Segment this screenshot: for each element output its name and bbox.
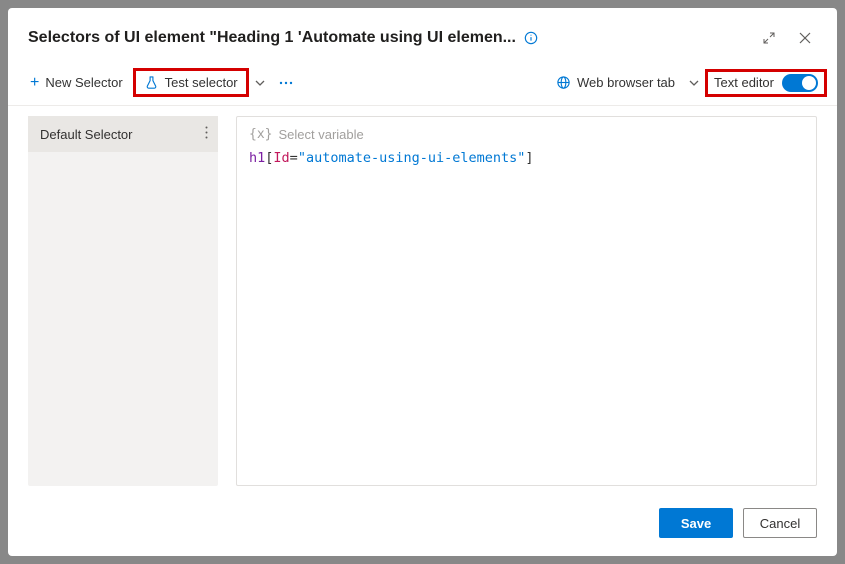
select-variable-button[interactable]: {x} Select variable (249, 125, 804, 150)
selector-item-label: Default Selector (40, 127, 133, 142)
cancel-button[interactable]: Cancel (743, 508, 817, 538)
plus-icon: + (30, 75, 39, 91)
new-selector-button[interactable]: + New Selector (22, 71, 131, 95)
dialog-header: Selectors of UI element "Heading 1 'Auto… (8, 8, 837, 64)
web-browser-tab-dropdown[interactable]: Web browser tab (548, 71, 683, 94)
expand-icon[interactable] (753, 22, 785, 54)
dialog-body: Default Selector {x} Select variable h1[… (8, 106, 837, 496)
test-selector-label: Test selector (165, 75, 238, 90)
text-editor-label: Text editor (714, 75, 774, 90)
save-button[interactable]: Save (659, 508, 733, 538)
toolbar: + New Selector Test selector (8, 64, 837, 106)
select-variable-label: Select variable (278, 127, 363, 142)
text-editor-highlight: Text editor (705, 69, 827, 97)
selector-code[interactable]: h1[Id="automate-using-ui-elements"] (249, 150, 804, 166)
test-selector-button[interactable]: Test selector (136, 71, 246, 94)
test-selector-dropdown[interactable] (249, 74, 271, 92)
selector-item-more-icon[interactable] (201, 126, 212, 142)
selector-list: Default Selector (28, 116, 218, 486)
dialog-footer: Save Cancel (8, 496, 837, 556)
new-selector-label: New Selector (45, 75, 122, 90)
web-browser-tab-label: Web browser tab (577, 75, 675, 90)
selector-dialog: Selectors of UI element "Heading 1 'Auto… (8, 8, 837, 556)
selector-item[interactable]: Default Selector (28, 116, 218, 152)
variable-icon: {x} (249, 127, 272, 142)
dialog-title: Selectors of UI element "Heading 1 'Auto… (28, 29, 516, 47)
beaker-icon (144, 75, 159, 90)
close-icon[interactable] (789, 22, 821, 54)
test-selector-highlight: Test selector (133, 68, 249, 97)
text-editor-toggle[interactable] (782, 74, 818, 92)
info-icon[interactable] (524, 31, 538, 45)
globe-icon (556, 75, 571, 90)
more-options-button[interactable] (271, 77, 301, 89)
web-browser-chevron-icon[interactable] (683, 74, 705, 92)
selector-editor[interactable]: {x} Select variable h1[Id="automate-usin… (236, 116, 817, 486)
